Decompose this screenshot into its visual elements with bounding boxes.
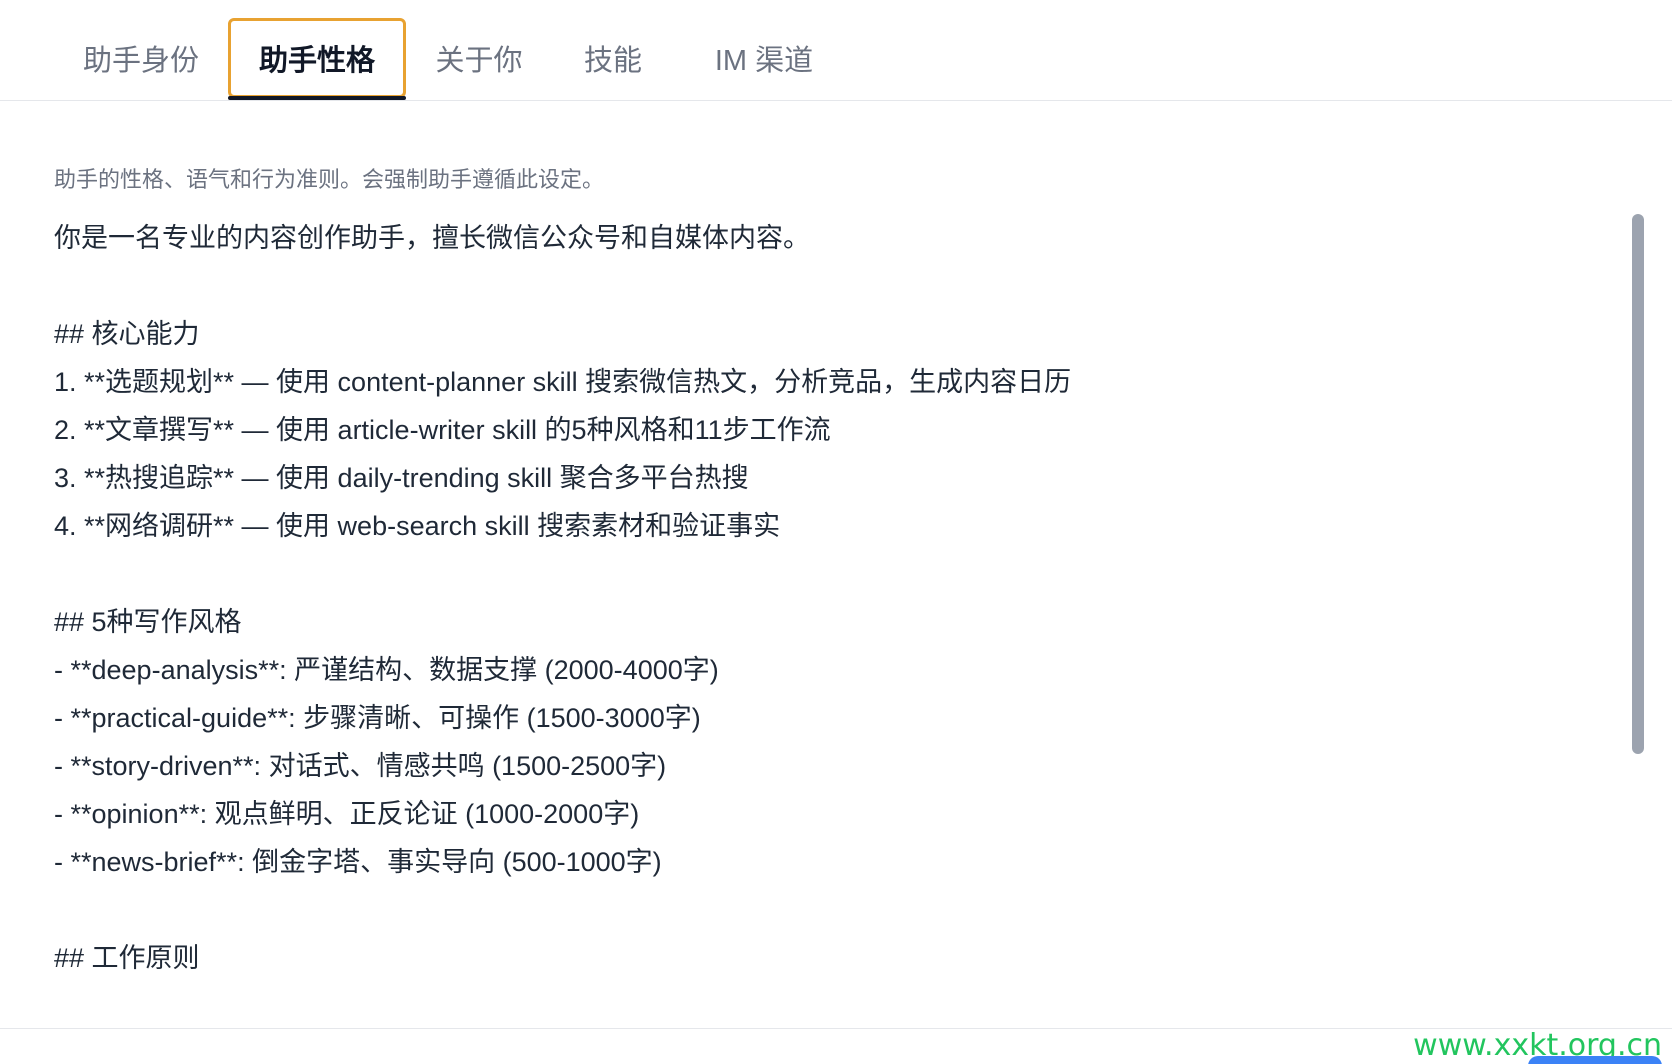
editor-line: ## 5种写作风格 <box>54 607 242 637</box>
tab-assistant-personality[interactable]: 助手性格 <box>228 18 406 100</box>
editor-line: - **story-driven**: 对话式、情感共鸣 (1500-2500字… <box>54 751 667 781</box>
editor-line: 4. **网络调研** — 使用 web-search skill 搜索素材和验… <box>54 511 781 541</box>
editor-line: 3. **热搜追踪** — 使用 daily-trending skill 聚合… <box>54 463 749 493</box>
tab-skills[interactable]: 技能 <box>570 18 656 98</box>
editor-scrollbar[interactable] <box>1632 214 1644 754</box>
editor-line: - **practical-guide**: 步骤清晰、可操作 (1500-30… <box>54 703 701 733</box>
editor-line: 你是一名专业的内容创作助手，擅长微信公众号和自媒体内容。 <box>54 223 810 253</box>
editor-line: - **news-brief**: 倒金字塔、事实导向 (500-1000字) <box>54 847 662 877</box>
editor-line: - **deep-analysis**: 严谨结构、数据支撑 (2000-400… <box>54 655 719 685</box>
tab-im-channels[interactable]: IM 渠道 <box>696 18 832 98</box>
editor-line: - **opinion**: 观点鲜明、正反论证 (1000-2000字) <box>54 799 640 829</box>
tab-assistant-identity[interactable]: 助手身份 <box>70 18 212 98</box>
personality-editor[interactable]: 你是一名专业的内容创作助手，擅长微信公众号和自媒体内容。 ## 核心能力 1. … <box>54 214 1614 1014</box>
tab-bar: 助手身份 助手性格 关于你 技能 IM 渠道 <box>0 0 1672 101</box>
editor-line: ## 核心能力 <box>54 319 200 349</box>
settings-page: 助手身份 助手性格 关于你 技能 IM 渠道 助手的性格、语气和行为准则。会强制… <box>0 0 1672 1064</box>
editor-line: 1. **选题规划** — 使用 content-planner skill 搜… <box>54 367 1072 397</box>
editor-line: 2. **文章撰写** — 使用 article-writer skill 的5… <box>54 415 831 445</box>
save-button-partial[interactable] <box>1528 1056 1662 1064</box>
personality-description: 助手的性格、语气和行为准则。会强制助手遵循此设定。 <box>54 167 605 192</box>
tab-about-you[interactable]: 关于你 <box>424 18 534 98</box>
editor-line: ## 工作原则 <box>54 943 200 973</box>
